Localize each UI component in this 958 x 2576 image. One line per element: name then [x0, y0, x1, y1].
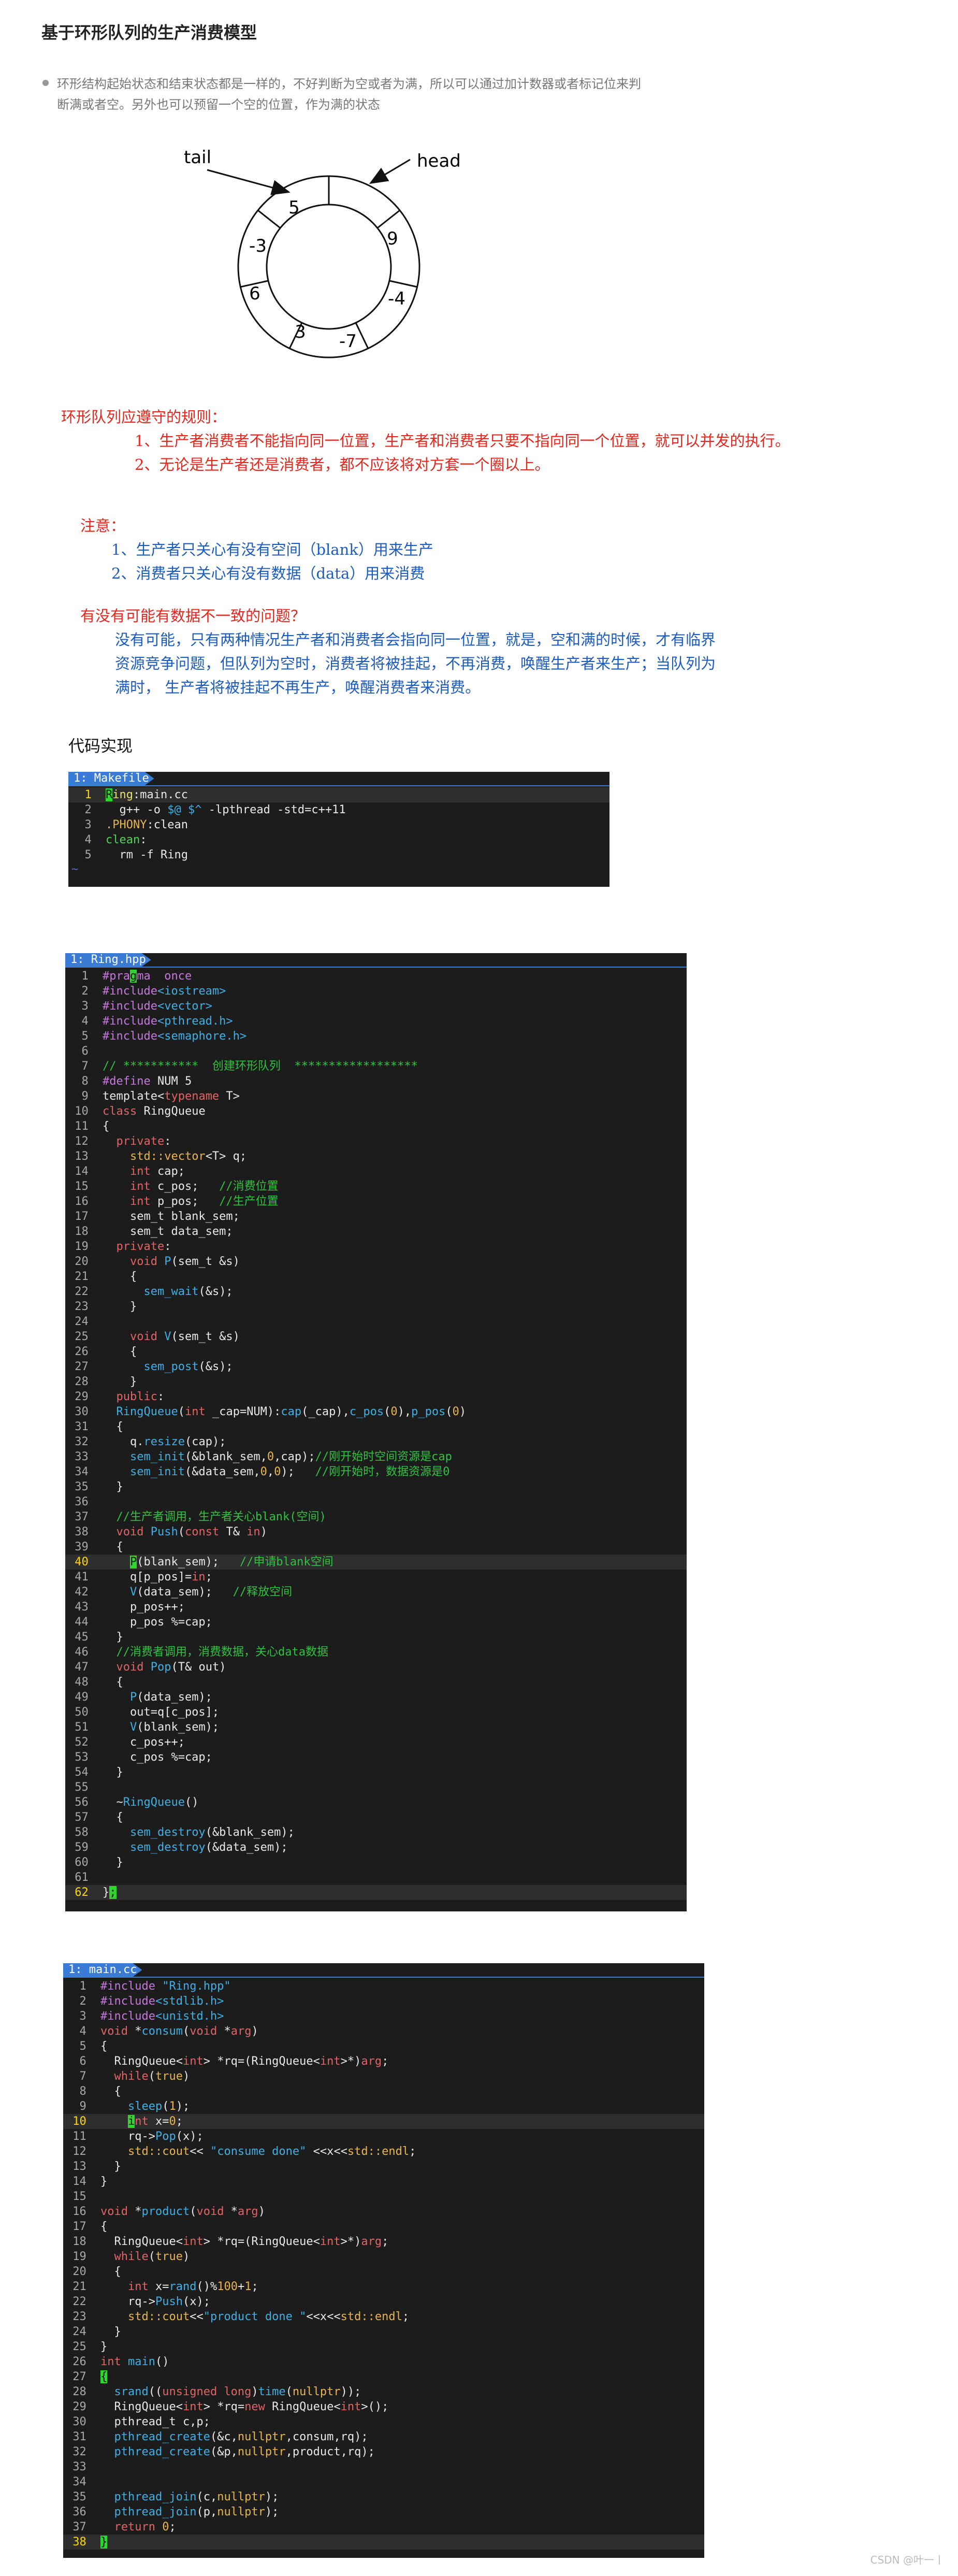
slot-label: 3: [295, 322, 306, 342]
bullet-text: 环形结构起始状态和结束状态都是一样的，不好判断为空或者为满，所以可以通过加计数器…: [57, 77, 641, 112]
ring-hpp-editor: 1: Ring.hpp 1 #pragma once 2 #include<io…: [65, 953, 687, 1911]
slot-label: 6: [249, 283, 260, 304]
question-line: 满时， 生产者将被挂起不再生产，唤醒消费者来消费。: [115, 679, 481, 696]
rules-heading: 环形队列应遵守的规则：: [61, 408, 227, 426]
head-label: head: [417, 151, 461, 171]
code-section-label: 代码实现: [68, 737, 133, 756]
makefile-editor: 1: Makefile 1 Ring:main.cc 2 g++ -o $@ $…: [68, 772, 609, 887]
rules-item: 1、生产者消费者不能指向同一位置，生产者和消费者只要不指向同一个位置，就可以并发…: [135, 432, 790, 450]
slot-label: -7: [339, 331, 357, 352]
note-item: 2、消费者只关心有没有数据（data）用来消费: [111, 565, 425, 582]
bullet-dot: [42, 80, 49, 86]
note-heading: 注意：: [80, 517, 126, 535]
editor-tab[interactable]: 1: main.cc: [63, 1963, 142, 1977]
page-title: 基于环形队列的生产消费模型: [41, 23, 257, 42]
note-item: 1、生产者只关心有没有空间（blank）用来生产: [111, 541, 433, 558]
watermark: CSDN @叶一丨: [870, 2554, 945, 2566]
slot-label: -3: [249, 236, 267, 256]
rules-item: 2、无论是生产者还是消费者，都不应该将对方套一个圈以上。: [135, 456, 550, 473]
ring-buffer-diagram: 5 9 -4 -7 3 6 -3 tail head: [184, 147, 461, 358]
question-line: 资源竞争问题，但队列为空时，消费者将被挂起，不再消费，唤醒生产者来生产；当队列为: [115, 655, 716, 672]
main-cc-editor: 1: main.cc 1 #include "Ring.hpp" 2 #incl…: [63, 1963, 704, 2558]
ring-inner: [266, 204, 392, 330]
editor-tab[interactable]: 1: Makefile: [68, 772, 154, 785]
editor-tab[interactable]: 1: Ring.hpp: [65, 953, 151, 967]
tail-arrow: [207, 169, 291, 195]
tail-label: tail: [184, 147, 211, 168]
slot-label: 9: [387, 228, 398, 249]
question-line: 没有可能，只有两种情况生产者和消费者会指向同一位置，就是，空和满的时候，才有临界: [115, 631, 716, 649]
head-arrow: [369, 159, 411, 184]
slot-label: -4: [388, 289, 405, 309]
question-heading: 有没有可能有数据不一致的问题？: [80, 607, 306, 625]
slot-label: 5: [288, 197, 300, 218]
